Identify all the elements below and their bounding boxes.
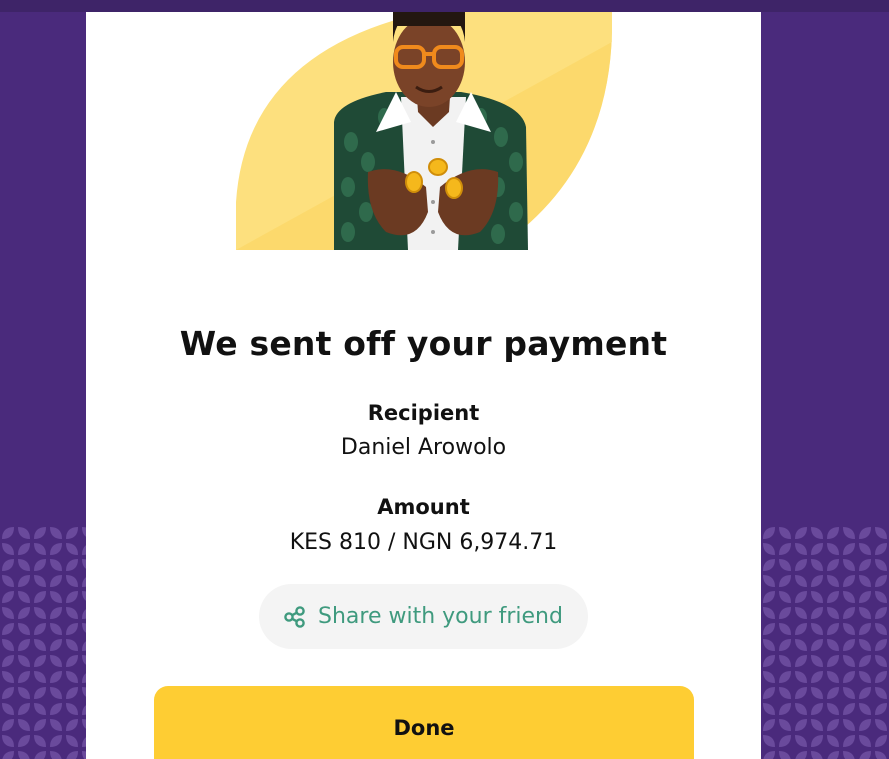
share-icon xyxy=(284,605,306,628)
page-title: We sent off your payment xyxy=(179,324,668,363)
top-strip xyxy=(0,0,889,12)
done-button[interactable]: Done xyxy=(154,686,694,759)
background-pattern-right xyxy=(761,525,889,759)
payment-confirmation-card: We sent off your payment Recipient Danie… xyxy=(86,12,761,759)
share-with-friend-button[interactable]: Share with your friend xyxy=(259,584,588,649)
background-pattern-left xyxy=(0,525,86,759)
recipient-label: Recipient xyxy=(367,401,480,425)
share-button-label: Share with your friend xyxy=(318,604,563,629)
amount-label: Amount xyxy=(377,495,470,519)
recipient-name: Daniel Arowolo xyxy=(340,435,507,460)
amount-value: KES 810 / NGN 6,974.71 xyxy=(289,530,558,555)
man-with-coins-illustration xyxy=(236,12,613,250)
done-button-label: Done xyxy=(393,716,455,740)
